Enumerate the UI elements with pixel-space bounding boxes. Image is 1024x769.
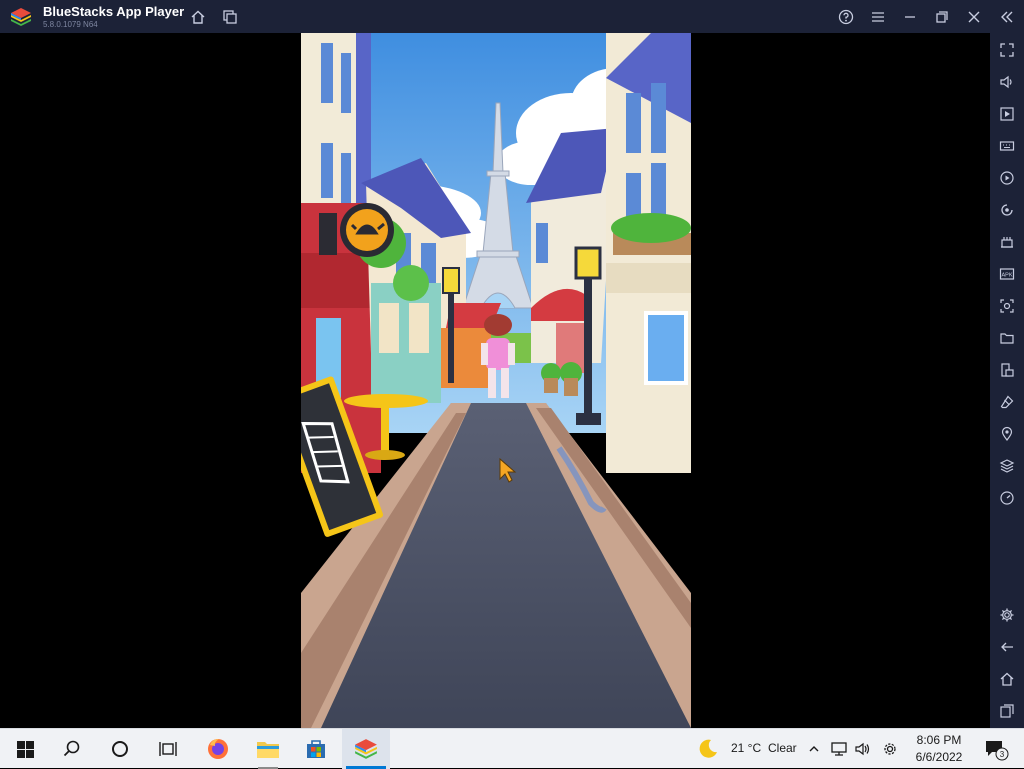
bluestacks-logo: [11, 8, 31, 26]
weather-condition[interactable]: Clear: [768, 741, 797, 755]
weather-moon-icon[interactable]: [694, 729, 722, 769]
chevron-up-icon[interactable]: [806, 729, 822, 769]
notification-count: 3: [1000, 750, 1005, 759]
system-clock[interactable]: 8:06 PM 6/6/2022: [904, 732, 974, 766]
app-version: 5.8.0.1079 N64: [43, 20, 98, 29]
network-icon[interactable]: [828, 729, 850, 769]
apk-icon[interactable]: APK: [998, 265, 1016, 283]
clock-time: 8:06 PM: [916, 733, 962, 747]
android-home-icon[interactable]: [998, 670, 1016, 688]
collapse-sidebar-icon[interactable]: [996, 6, 1018, 28]
window-title: BlueStacks App Player: [43, 4, 185, 19]
settings-icon[interactable]: [998, 606, 1016, 624]
screenshot-icon[interactable]: [998, 297, 1016, 315]
game-viewport[interactable]: [301, 33, 691, 728]
right-toolbar: APK: [990, 33, 1024, 728]
file-explorer-icon[interactable]: [246, 729, 290, 769]
game-scene[interactable]: [301, 33, 691, 728]
record-icon[interactable]: [998, 169, 1016, 187]
start-icon[interactable]: [5, 729, 45, 769]
title-bar: BlueStacks App Player 5.8.0.1079 N64: [0, 0, 1024, 33]
help-icon[interactable]: [835, 6, 857, 28]
erase-icon[interactable]: [998, 393, 1016, 411]
keyboard-icon[interactable]: [998, 137, 1016, 155]
multi-window-icon[interactable]: [998, 361, 1016, 379]
bluestacks-icon[interactable]: [342, 729, 390, 769]
svg-text:APK: APK: [1001, 273, 1012, 279]
restore-icon[interactable]: [931, 6, 953, 28]
home-icon[interactable]: [187, 6, 209, 28]
stack-icon[interactable]: [998, 457, 1016, 475]
location-icon[interactable]: [998, 425, 1016, 443]
macro-icon[interactable]: [998, 233, 1016, 251]
minimize-icon[interactable]: [899, 6, 921, 28]
settings-gear-icon[interactable]: [878, 729, 902, 769]
media-icon[interactable]: [998, 105, 1016, 123]
notification-center-icon[interactable]: 3: [978, 729, 1014, 769]
cortana-icon[interactable]: [100, 729, 140, 769]
rotate-icon[interactable]: [998, 201, 1016, 219]
task-view-icon[interactable]: [148, 729, 188, 769]
speaker-icon[interactable]: [852, 729, 874, 769]
store-icon[interactable]: [296, 729, 336, 769]
clock-date: 6/6/2022: [915, 750, 963, 764]
windows-taskbar: 21 °C Clear 8:06 PM 6/6/2022 3: [0, 728, 1024, 769]
close-icon[interactable]: [963, 6, 985, 28]
folder-icon[interactable]: [998, 329, 1016, 347]
back-icon[interactable]: [998, 638, 1016, 656]
recent-apps-icon[interactable]: [998, 702, 1016, 720]
performance-icon[interactable]: [998, 489, 1016, 507]
menu-icon[interactable]: [867, 6, 889, 28]
search-icon[interactable]: [52, 729, 92, 769]
firefox-icon[interactable]: [198, 729, 238, 769]
weather-temp[interactable]: 21 °C: [731, 741, 761, 755]
multi-instance-icon[interactable]: [219, 6, 241, 28]
volume-icon[interactable]: [998, 73, 1016, 91]
fullscreen-icon[interactable]: [998, 41, 1016, 59]
